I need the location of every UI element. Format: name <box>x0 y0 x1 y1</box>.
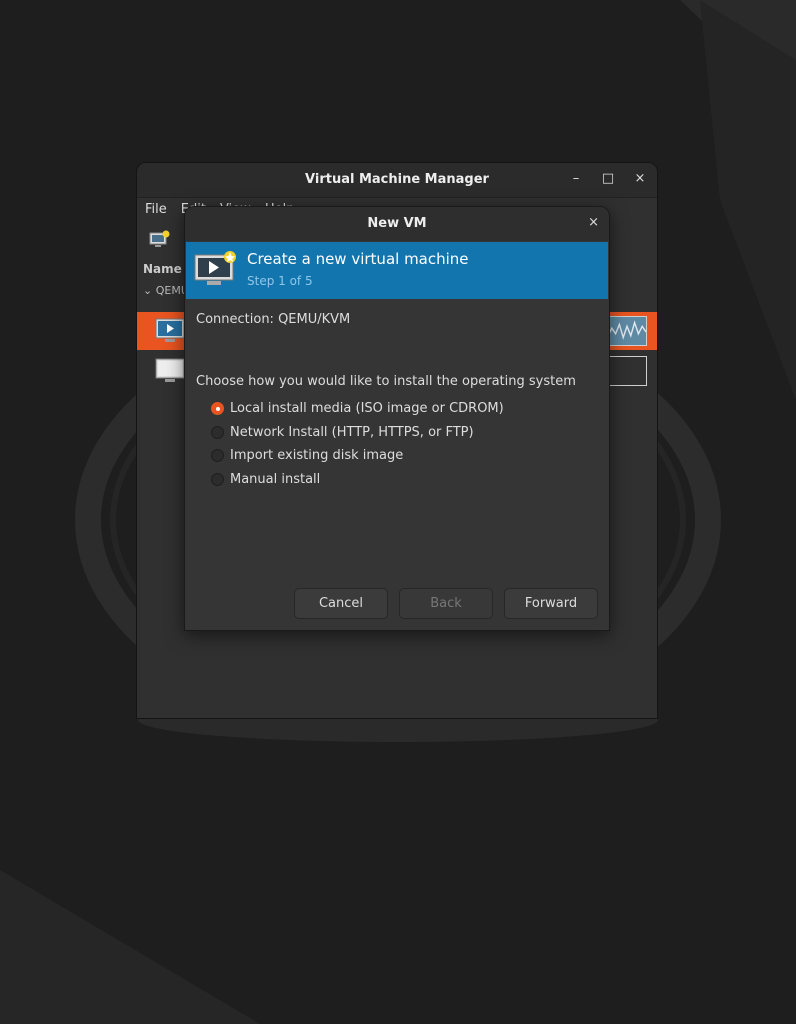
option-label: Import existing disk image <box>230 448 404 463</box>
radio-manual-install[interactable] <box>211 473 224 486</box>
vm-running-icon <box>155 318 185 342</box>
new-vm-icon[interactable] <box>149 230 171 248</box>
option-label: Network Install (HTTP, HTTPS, or FTP) <box>230 425 474 440</box>
dialog-title: New VM <box>367 216 427 231</box>
minimize-button[interactable]: – <box>567 171 585 186</box>
vm-stopped-icon <box>155 358 185 382</box>
menu-file[interactable]: File <box>145 202 167 217</box>
option-label: Manual install <box>230 472 321 487</box>
dialog-titlebar: New VM × <box>185 207 609 241</box>
banner-step: Step 1 of 5 <box>247 274 313 288</box>
wizard-banner: Create a new virtual machine Step 1 of 5 <box>186 242 608 299</box>
dialog-close-button[interactable]: × <box>588 215 599 230</box>
chevron-down-icon[interactable]: ⌄ <box>143 284 156 297</box>
cpu-usage-graph <box>607 316 647 346</box>
connection-label: Connection: QEMU/KVM <box>196 312 351 327</box>
cpu-usage-graph-empty <box>607 356 647 386</box>
banner-title: Create a new virtual machine <box>247 250 469 268</box>
radio-local-install[interactable] <box>211 402 224 415</box>
back-button[interactable]: Back <box>399 588 493 619</box>
new-vm-icon <box>194 251 236 285</box>
radio-network-install[interactable] <box>211 426 224 439</box>
forward-button[interactable]: Forward <box>504 588 598 619</box>
close-button[interactable]: × <box>631 171 649 186</box>
maximize-button[interactable]: □ <box>599 171 617 186</box>
new-vm-dialog: New VM × Create a new virtual machine St… <box>184 206 610 631</box>
main-titlebar: Virtual Machine Manager – □ × <box>137 163 657 198</box>
install-prompt: Choose how you would like to install the… <box>196 374 576 389</box>
radio-import-disk[interactable] <box>211 449 224 462</box>
option-label: Local install media (ISO image or CDROM) <box>230 401 504 416</box>
cancel-button[interactable]: Cancel <box>294 588 388 619</box>
